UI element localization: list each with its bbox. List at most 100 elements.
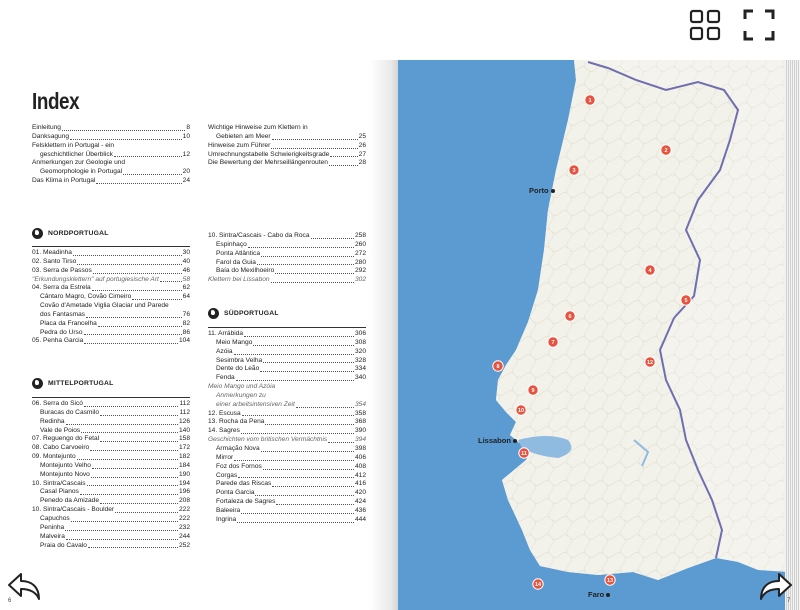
crag-marker[interactable]: 2	[660, 144, 672, 156]
toc-entry-page: 340	[354, 374, 366, 382]
crag-marker[interactable]: 3	[568, 164, 580, 176]
toc-entry-title: Wichtige Hinweise zum Klettern in	[208, 124, 308, 131]
toc-leader-dots	[77, 263, 182, 265]
toc-entry-title: Pedra do Urso	[40, 328, 83, 336]
crag-marker-number: 7	[551, 340, 554, 346]
toc-leader-dots	[84, 343, 178, 345]
toc-entry-title: Sesimbra Velha	[216, 356, 263, 364]
toc-entry: 01. Meadinha 30	[32, 249, 190, 258]
toc-entry-title: Foz dos Fornos	[216, 462, 262, 470]
toc-entry: 02. Santo Tirso 40	[32, 258, 190, 267]
crag-marker[interactable]: 11	[518, 447, 530, 459]
toc-entry-title: 14. Sagres	[208, 427, 240, 435]
toc-entry: Mirror 406	[208, 454, 366, 463]
toc-entry-title: Montejunto Velho	[40, 461, 91, 469]
crag-marker-number: 10	[518, 408, 524, 414]
toc-entry-page: 424	[354, 498, 366, 506]
toc-entry: Casal Pianos 196	[32, 488, 190, 497]
toc-entry-title: Fenda	[216, 374, 235, 382]
toc-leader-dots	[86, 316, 182, 318]
crag-marker[interactable]: 9	[527, 384, 539, 396]
crag-marker[interactable]: 12	[644, 356, 656, 368]
toc-entry: dos Fantasmas 76	[32, 311, 190, 320]
toc-leader-dots	[272, 486, 354, 488]
toc-entry-title: Dente do Leão	[216, 365, 260, 373]
toc-leader-dots	[262, 468, 354, 470]
globe-icon	[208, 308, 219, 319]
crag-marker[interactable]: 5	[680, 294, 692, 306]
grid-view-button[interactable]	[688, 8, 722, 42]
crag-marker[interactable]: 13	[604, 574, 616, 586]
toc-entry: Penedo da Amizade 208	[32, 497, 190, 506]
toc-leader-dots	[91, 290, 182, 292]
toc-entry: geschichtlicher Überblick 12	[32, 151, 190, 160]
toc-leader-dots	[310, 237, 354, 239]
crag-marker[interactable]: 6	[564, 310, 576, 322]
section-heading-mittel: MITTELPORTUGAL	[32, 378, 113, 389]
toc-entry-page: 196	[178, 488, 190, 496]
toc-entry: Klettern bei Lissabon 302	[208, 276, 366, 285]
toc-entry: Praia do Cavalo 252	[32, 542, 190, 551]
toc-entry-page: 328	[354, 356, 366, 364]
toc-entry: 06. Serra do Sicó 112	[32, 400, 190, 409]
toc-entry: 10. Sintra/Cascais - Cabo da Roca 258	[208, 232, 366, 241]
toc-entry-title: 11. Arrábida	[208, 330, 244, 337]
crag-marker[interactable]: 1	[584, 94, 596, 106]
toc-leader-dots	[97, 325, 182, 327]
portugal-map: 1234567891011121314	[398, 60, 788, 610]
intro-toc-column-2: Wichtige Hinweise zum Klettern in Gebiete…	[208, 124, 366, 168]
toc-leader-dots	[115, 511, 178, 513]
toc-entry-page: 408	[354, 462, 366, 470]
toc-entry-title: Cântaro Magro, Covão Cimeiro	[40, 293, 132, 301]
city-label: Porto	[529, 186, 555, 195]
toc-leader-dots	[295, 406, 354, 408]
toc-leader-dots	[247, 246, 354, 248]
crag-marker[interactable]: 8	[492, 360, 504, 372]
toc-leader-dots	[265, 424, 354, 426]
toc-entry-page: 86	[182, 328, 190, 336]
toc-entry-page: 62	[182, 284, 190, 292]
toc-entry-title: Montejunto Novo	[40, 470, 90, 478]
toc-entry-title: Peninha	[40, 523, 65, 531]
grid-view-icon	[689, 9, 721, 41]
toc-entry-page: 320	[354, 347, 366, 355]
toc-leader-dots	[241, 415, 354, 417]
toc-entry-page: 27	[358, 150, 366, 158]
toc-suedportugal: 11. Arrábida 306 Meio Mango 308 Azóia 320 Sesi…	[208, 330, 366, 525]
toc-entry: Danksagung 10	[32, 133, 190, 142]
previous-page-button[interactable]	[6, 568, 42, 609]
toc-leader-dots	[100, 441, 178, 443]
toc-leader-dots	[87, 547, 178, 549]
toc-entry: Espinhaço 260	[208, 241, 366, 250]
toc-entry-title: Die Bewertung der Mehrseillängenrouten	[208, 159, 328, 167]
toc-leader-dots	[271, 147, 358, 149]
toc-entry-page: 112	[179, 400, 190, 407]
toc-leader-dots	[237, 521, 354, 523]
toc-entry: 10. Sintra/Cascais - Boulder 222	[32, 506, 190, 515]
crag-marker[interactable]: 10	[515, 404, 527, 416]
toc-leader-dots	[79, 494, 178, 496]
toc-leader-dots	[275, 273, 354, 275]
toc-entry-title: Penedo da Amizade	[40, 497, 100, 505]
toc-entry: Baía do Mexilhoeiro 292	[208, 267, 366, 276]
fullscreen-button[interactable]	[742, 8, 776, 42]
toc-leader-dots	[86, 485, 178, 487]
toc-entry: Redinha 126	[32, 418, 190, 427]
toc-leader-dots	[100, 503, 178, 505]
next-page-button[interactable]	[758, 568, 794, 609]
toc-entry-page: 436	[354, 506, 366, 514]
toc-entry-title: dos Fantasmas	[40, 310, 86, 318]
toc-entry-page: 40	[182, 257, 190, 265]
toc-entry-page: 82	[182, 319, 190, 327]
toc-entry: Anmerkungen zur Geologie und	[32, 159, 190, 168]
toc-entry-page: 76	[182, 310, 190, 318]
toc-entry-page: 398	[354, 444, 366, 452]
toc-entry-page: 30	[182, 249, 190, 256]
crag-marker[interactable]: 4	[644, 264, 656, 276]
toc-entry-page: 354	[354, 400, 366, 408]
crag-marker-number: 6	[568, 314, 571, 320]
toc-entry-page: 292	[354, 267, 366, 275]
toc-entry-page: 10	[182, 132, 190, 140]
crag-marker[interactable]: 14	[532, 578, 544, 590]
crag-marker[interactable]: 7	[547, 336, 559, 348]
